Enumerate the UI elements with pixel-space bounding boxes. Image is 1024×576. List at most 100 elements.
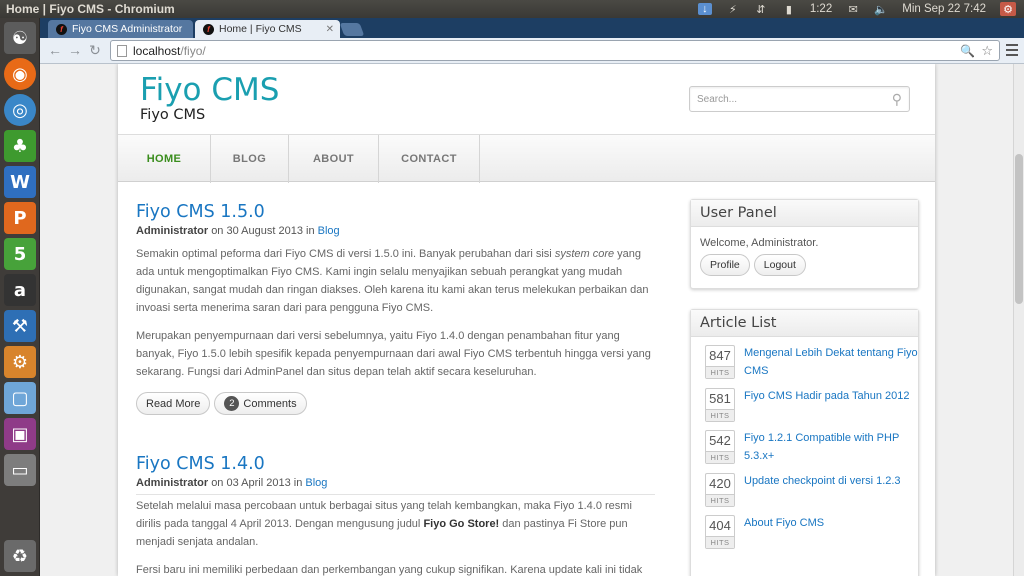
nav-home[interactable]: HOME bbox=[118, 135, 211, 183]
workspace-switcher-icon[interactable]: ▣ bbox=[4, 418, 36, 450]
profile-button[interactable]: Profile bbox=[700, 254, 750, 276]
post-category[interactable]: Blog bbox=[305, 477, 327, 489]
post-actions: Read More 2 Comments bbox=[136, 392, 654, 415]
post-date: 03 April 2013 bbox=[226, 477, 291, 489]
clock[interactable]: Min Sep 22 7:42 bbox=[902, 3, 986, 15]
session-gear-icon[interactable]: ⚙ bbox=[1000, 2, 1016, 16]
post-title[interactable]: Fiyo CMS 1.5.0 bbox=[136, 202, 654, 222]
chromium-icon[interactable]: ◎ bbox=[4, 94, 36, 126]
hits-label: HITS bbox=[706, 366, 734, 378]
comments-label: Comments bbox=[243, 397, 297, 410]
article-list-heading: Article List bbox=[691, 310, 918, 337]
tab-title: Home | Fiyo CMS bbox=[219, 23, 302, 35]
logout-button[interactable]: Logout bbox=[753, 254, 806, 276]
article-link[interactable]: Fiyo CMS Hadir pada Tahun 2012 bbox=[744, 387, 910, 405]
hits-label: HITS bbox=[706, 493, 734, 506]
page-viewport: Fiyo CMS Fiyo CMS Search... ⚲ HOME BLOG … bbox=[40, 64, 1013, 576]
page-scrollbar[interactable] bbox=[1013, 64, 1024, 576]
read-more-button[interactable]: Read More bbox=[136, 392, 211, 415]
post-category[interactable]: Blog bbox=[318, 225, 340, 237]
list-item: 542 HITS Fiyo 1.2.1 Compatible with PHP 5… bbox=[705, 430, 918, 473]
url-host: localhost bbox=[133, 43, 181, 58]
hits-count: 420 bbox=[709, 475, 731, 491]
forward-arrow-icon[interactable]: → bbox=[66, 42, 84, 58]
list-item: 847 HITS Mengenal Lebih Dekat tentang Fiy… bbox=[705, 345, 918, 388]
hits-label: HITS bbox=[706, 536, 734, 548]
hits-badge: 420 HITS bbox=[705, 472, 735, 507]
amazon-icon[interactable]: a bbox=[4, 274, 36, 306]
battery-time[interactable]: 1:22 bbox=[810, 3, 832, 15]
impress-icon[interactable]: P bbox=[4, 202, 36, 234]
post-author: Administrator bbox=[136, 225, 209, 237]
nav-blog[interactable]: BLOG bbox=[211, 135, 289, 183]
system-tool-icon[interactable]: ⚒ bbox=[4, 310, 36, 342]
article-link[interactable]: Mengenal Lebih Dekat tentang Fiyo CMS bbox=[744, 344, 918, 380]
meta-on: on bbox=[211, 225, 224, 237]
power-indicator-icon[interactable]: ⚡ bbox=[726, 3, 740, 16]
nav-about[interactable]: ABOUT bbox=[289, 135, 379, 183]
main-nav: HOME BLOG ABOUT CONTACT bbox=[118, 134, 935, 183]
reload-icon[interactable]: ↻ bbox=[86, 42, 104, 59]
back-arrow-icon[interactable]: ← bbox=[46, 42, 64, 58]
tab-close-icon[interactable]: ✕ bbox=[326, 24, 334, 35]
post-author: Administrator bbox=[136, 477, 209, 489]
article-link[interactable]: Fiyo 1.2.1 Compatible with PHP 5.3.x+ bbox=[744, 429, 918, 465]
nav-contact[interactable]: CONTACT bbox=[379, 135, 480, 183]
drive-icon[interactable]: ▭ bbox=[4, 454, 36, 486]
firefox-icon[interactable]: ◉ bbox=[4, 58, 36, 90]
browser-menu-icon[interactable] bbox=[1006, 44, 1018, 56]
browser-toolbar: ← → ↻ localhost/fiyo/ 🔍 ☆ bbox=[40, 38, 1024, 64]
hits-count: 581 bbox=[709, 390, 731, 406]
url-path: /fiyo/ bbox=[180, 43, 206, 58]
trash-icon[interactable]: ♻ bbox=[4, 540, 36, 572]
search-icon[interactable]: ⚲ bbox=[892, 91, 902, 108]
article-link[interactable]: Update checkpoint di versi 1.2.3 bbox=[744, 472, 901, 490]
spreadsheet-icon[interactable]: 5 bbox=[4, 238, 36, 270]
user-panel-actions: Profile Logout bbox=[691, 249, 918, 276]
settings-app-icon[interactable]: ⚙ bbox=[4, 346, 36, 378]
list-item: 581 HITS Fiyo CMS Hadir pada Tahun 2012 bbox=[705, 387, 918, 431]
post-paragraph: Fersi baru ini memiliki perbedaan dan pe… bbox=[136, 564, 643, 576]
tab-title: Fiyo CMS Administrator bbox=[72, 23, 183, 35]
fiyo-favicon-icon: f bbox=[203, 23, 214, 35]
network-icon[interactable]: ⇵ bbox=[754, 3, 768, 16]
hits-badge: 404 HITS bbox=[705, 515, 735, 549]
user-panel-heading: User Panel bbox=[691, 200, 918, 227]
download-indicator-icon[interactable]: ↓ bbox=[697, 3, 712, 15]
search-placeholder: Search... bbox=[697, 93, 738, 105]
fiyo-favicon-icon: f bbox=[56, 23, 67, 35]
bookmark-star-icon[interactable]: ☆ bbox=[981, 43, 993, 59]
hits-count: 847 bbox=[709, 348, 731, 363]
ubuntu-home-icon[interactable]: ☯ bbox=[4, 22, 36, 54]
volume-icon[interactable]: 🔈 bbox=[874, 3, 888, 16]
article-link[interactable]: About Fiyo CMS bbox=[744, 514, 824, 532]
para-strong: Fiyo Go Store! bbox=[423, 518, 500, 530]
package-app-icon[interactable]: ▢ bbox=[4, 382, 36, 414]
hits-count: 404 bbox=[709, 518, 731, 533]
meta-in: in bbox=[306, 225, 315, 237]
game-app-icon[interactable]: ♣ bbox=[4, 130, 36, 162]
blog-post: Fiyo CMS 1.4.0 Administrator on 03 April… bbox=[136, 454, 654, 576]
battery-icon[interactable]: ▮ bbox=[782, 3, 796, 16]
tab-fiyo-administrator[interactable]: f Fiyo CMS Administrator bbox=[48, 20, 193, 38]
zoom-icon[interactable]: 🔍 bbox=[960, 44, 975, 58]
post-date: 30 August 2013 bbox=[226, 225, 303, 237]
tab-home-fiyo[interactable]: f Home | Fiyo CMS ✕ bbox=[195, 20, 340, 38]
blog-post: Fiyo CMS 1.5.0 Administrator on 30 Augus… bbox=[136, 202, 654, 415]
address-bar[interactable]: localhost/fiyo/ 🔍 ☆ bbox=[110, 40, 1000, 61]
new-tab-button[interactable] bbox=[339, 23, 365, 36]
hits-label: HITS bbox=[706, 451, 734, 463]
search-input[interactable]: Search... ⚲ bbox=[689, 86, 910, 112]
post-title[interactable]: Fiyo CMS 1.4.0 bbox=[136, 454, 654, 474]
mail-icon[interactable]: ✉ bbox=[846, 3, 860, 16]
site-title[interactable]: Fiyo CMS bbox=[140, 72, 279, 108]
hits-label: HITS bbox=[706, 408, 734, 421]
para-text: Semakin optimal peforma dari Fiyo CMS di… bbox=[136, 248, 555, 260]
scrollbar-thumb[interactable] bbox=[1015, 154, 1023, 304]
meta-on: on bbox=[211, 477, 224, 489]
comments-button[interactable]: 2 Comments bbox=[214, 392, 307, 415]
writer-icon[interactable]: W bbox=[4, 166, 36, 198]
hits-count: 542 bbox=[709, 433, 731, 448]
window-title: Home | Fiyo CMS - Chromium bbox=[6, 2, 175, 16]
meta-in: in bbox=[293, 477, 303, 489]
